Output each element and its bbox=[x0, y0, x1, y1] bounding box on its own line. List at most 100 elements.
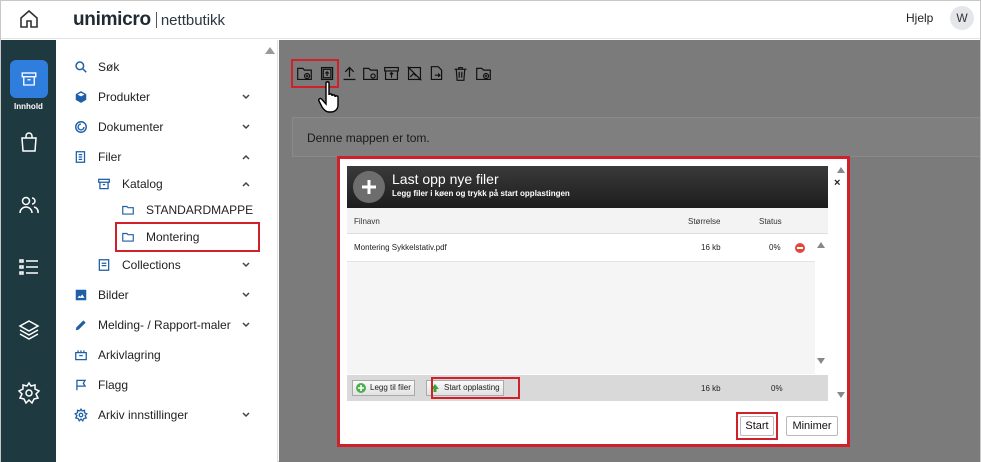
chevron-down-icon bbox=[242, 262, 250, 268]
minimize-button[interactable]: Minimer bbox=[786, 416, 838, 436]
uploader-header: Last opp nye filer Legg filer i køen og … bbox=[347, 166, 828, 208]
sidebar-item-label: Produkter bbox=[98, 90, 151, 104]
sidebar-item-label: Dokumenter bbox=[98, 120, 164, 134]
sidebar-item-products[interactable]: Produkter bbox=[56, 86, 266, 108]
brand-logo[interactable]: unimicro nettbutikk bbox=[73, 9, 225, 31]
chevron-down-icon bbox=[242, 412, 250, 418]
table-row: Montering Sykkelstativ.pdf 16 kb 0% bbox=[347, 234, 815, 262]
uploader-title: Last opp nye filer bbox=[392, 171, 499, 187]
remove-file-icon[interactable] bbox=[795, 243, 805, 253]
content-icon bbox=[21, 72, 37, 86]
box-icon bbox=[75, 91, 87, 103]
files-icon bbox=[75, 151, 86, 163]
search-icon bbox=[75, 61, 87, 73]
sidebar-item-collections[interactable]: Collections bbox=[56, 254, 266, 276]
close-icon[interactable]: × bbox=[834, 177, 840, 189]
dialog-scroll-down[interactable] bbox=[837, 392, 845, 398]
queue-scroll-down[interactable] bbox=[817, 358, 825, 364]
brand-name: unimicro bbox=[73, 9, 151, 30]
col-filename: Filnavn bbox=[354, 217, 380, 226]
gear-icon bbox=[74, 408, 88, 422]
sidebar-item-search[interactable]: Søk bbox=[56, 56, 266, 78]
total-size: 16 kb bbox=[701, 384, 721, 393]
sidebar: Søk Produkter Dokumenter Filer Katalog S… bbox=[56, 40, 278, 462]
empty-folder-panel: Denne mappen er tom. bbox=[292, 117, 980, 157]
sidebar-item-label: Arkivlagring bbox=[98, 348, 161, 362]
sidebar-item-label: Collections bbox=[122, 258, 181, 272]
chevron-down-icon bbox=[242, 292, 250, 298]
sidebar-item-label: Flagg bbox=[98, 378, 129, 392]
flag-icon bbox=[76, 379, 87, 391]
delete-image-icon[interactable] bbox=[406, 65, 423, 82]
col-status: Status bbox=[759, 217, 782, 226]
globe-icon bbox=[75, 121, 87, 133]
sidebar-item-archive-settings[interactable]: Arkiv innstillinger bbox=[56, 404, 266, 426]
file-status: 0% bbox=[769, 243, 781, 252]
add-files-label: Legg til filer bbox=[370, 383, 411, 392]
hand-cursor-icon bbox=[318, 81, 339, 113]
catalog-icon bbox=[98, 178, 110, 190]
sidebar-item-archive-storage[interactable]: Arkivlagring bbox=[56, 344, 266, 366]
dialog-scroll-up[interactable] bbox=[837, 167, 845, 173]
file-size: 16 kb bbox=[701, 243, 721, 252]
chevron-down-icon bbox=[242, 94, 250, 100]
home-icon[interactable] bbox=[17, 7, 41, 31]
start-upload-highlight bbox=[431, 377, 520, 399]
plus-icon bbox=[353, 171, 385, 203]
layers-icon[interactable] bbox=[17, 318, 41, 342]
sidebar-item-documents[interactable]: Dokumenter bbox=[56, 116, 266, 138]
left-rail: Innhold bbox=[1, 40, 56, 462]
list-icon[interactable] bbox=[17, 255, 41, 279]
sidebar-item-flags[interactable]: Flagg bbox=[56, 374, 266, 396]
folder-icon bbox=[122, 205, 134, 215]
archive-upload-icon[interactable] bbox=[383, 65, 400, 82]
help-link[interactable]: Hjelp bbox=[906, 11, 933, 25]
chevron-up-icon bbox=[242, 154, 250, 160]
users-icon[interactable] bbox=[17, 193, 41, 217]
rail-item-content[interactable] bbox=[10, 60, 48, 98]
empty-message: Denne mappen er tom. bbox=[307, 131, 430, 145]
add-icon bbox=[356, 383, 366, 393]
chevron-down-icon bbox=[242, 124, 250, 130]
sidebar-item-catalog[interactable]: Katalog bbox=[56, 173, 266, 195]
upload-queue: Montering Sykkelstativ.pdf 16 kb 0% bbox=[347, 234, 815, 374]
col-size: Størrelse bbox=[688, 217, 721, 226]
start-button-highlight bbox=[736, 412, 778, 440]
queue-scroll-up[interactable] bbox=[817, 242, 825, 248]
chevron-down-icon bbox=[242, 322, 250, 328]
sidebar-item-templates[interactable]: Melding- / Rapport-maler bbox=[56, 314, 266, 336]
bag-icon[interactable] bbox=[17, 130, 41, 154]
sidebar-item-standardmappe[interactable]: STANDARDMAPPE bbox=[56, 199, 266, 221]
folder-settings-icon[interactable] bbox=[362, 65, 379, 82]
settings-icon[interactable] bbox=[17, 381, 41, 405]
trash-icon[interactable] bbox=[452, 65, 469, 82]
sidebar-item-images[interactable]: Bilder bbox=[56, 284, 266, 306]
sidebar-item-label: STANDARDMAPPE bbox=[146, 203, 254, 217]
add-folder-icon[interactable] bbox=[475, 65, 492, 82]
sidebar-scroll-up[interactable] bbox=[265, 47, 275, 54]
sidebar-item-files[interactable]: Filer bbox=[56, 146, 266, 168]
collection-icon bbox=[98, 259, 110, 271]
sidebar-item-label: Søk bbox=[98, 60, 120, 74]
montering-highlight bbox=[115, 222, 260, 252]
uploader-column-headers: Filnavn Størrelse Status bbox=[347, 208, 828, 234]
chevron-up-icon bbox=[242, 181, 250, 187]
move-file-icon[interactable] bbox=[428, 65, 445, 82]
sidebar-item-label: Katalog bbox=[122, 177, 163, 191]
brand-subtitle: nettbutikk bbox=[160, 12, 226, 29]
avatar[interactable]: W bbox=[950, 6, 974, 30]
uploader-subtitle: Legg filer i køen og trykk på start oppl… bbox=[392, 189, 570, 198]
upload-dialog: × Last opp nye filer Legg filer i køen o… bbox=[337, 156, 850, 447]
add-files-button[interactable]: Legg til filer bbox=[352, 380, 415, 396]
file-name: Montering Sykkelstativ.pdf bbox=[354, 243, 447, 252]
sidebar-item-label: Arkiv innstillinger bbox=[98, 408, 189, 422]
brand-divider bbox=[155, 12, 157, 28]
sidebar-item-label: Bilder bbox=[98, 288, 129, 302]
total-status: 0% bbox=[771, 384, 783, 393]
top-bar: unimicro nettbutikk Hjelp W bbox=[1, 1, 980, 39]
archive-icon bbox=[75, 350, 87, 361]
rail-active-label: Innhold bbox=[14, 102, 43, 111]
pen-icon bbox=[75, 320, 86, 331]
sidebar-item-label: Melding- / Rapport-maler bbox=[98, 318, 231, 332]
image-icon bbox=[75, 289, 87, 301]
